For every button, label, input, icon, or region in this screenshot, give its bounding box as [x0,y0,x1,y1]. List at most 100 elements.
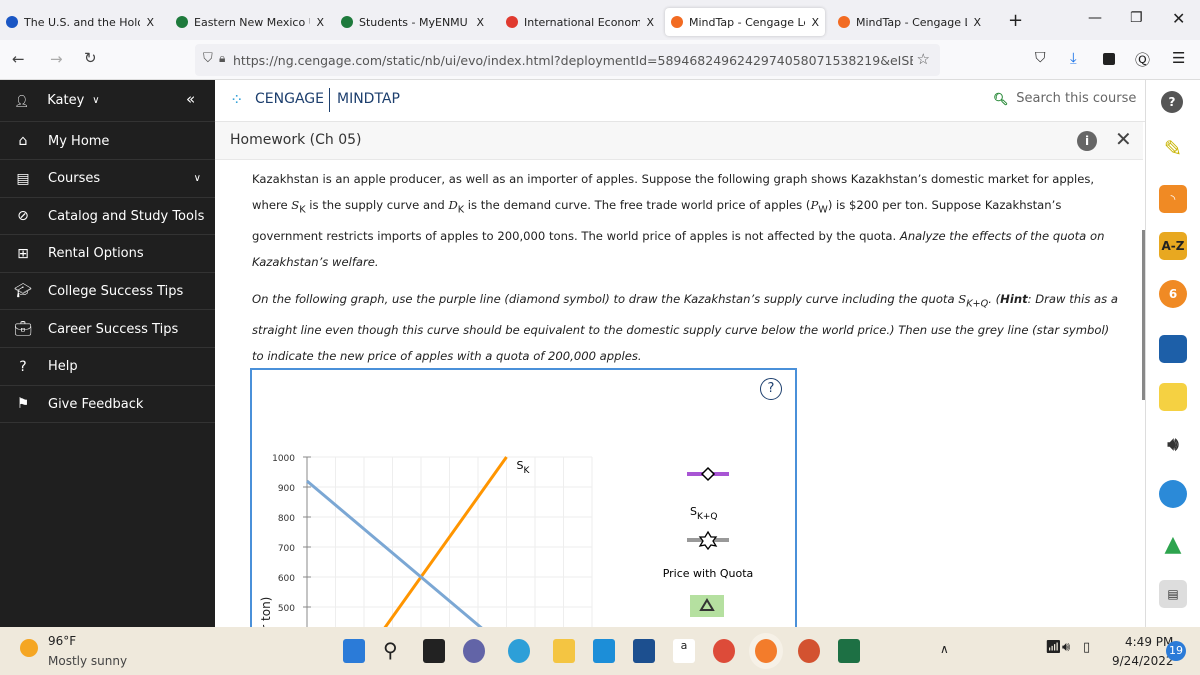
sidebar-item-label: Catalog and Study Tools [48,208,205,224]
onedrive-app-icon[interactable] [1159,480,1187,508]
collapse-sidebar-button[interactable]: « [186,90,195,108]
excel-icon[interactable] [838,639,860,663]
notes-app-icon[interactable] [1159,383,1187,411]
graph-panel[interactable]: ? 1000900800700600500(Dollars per ton)SK… [250,368,797,630]
dictionary-app-icon[interactable]: A-Z [1159,232,1187,260]
sidebar-item-label: My Home [48,133,110,149]
help-icon[interactable]: ? [1161,91,1183,113]
y-tick-label: 900 [278,484,295,494]
search-placeholder: Search this course [1016,91,1137,106]
mail-icon[interactable] [593,639,615,663]
tab-title: MindTap - Cengage Le [856,15,968,29]
question-paragraph-1: Kazakhstan is an apple producer, as well… [252,172,1105,270]
restore-button[interactable]: ❐ [1130,10,1143,26]
powerpoint-icon[interactable] [798,639,820,663]
browser-tab[interactable]: Students - MyENMU X [335,8,490,36]
demand-curve-extension [420,575,487,630]
user-menu[interactable]: 👤︎ Katey ∨ [0,80,215,122]
browser-tab[interactable]: Eastern New Mexico U X [170,8,330,36]
rss-app-icon[interactable]: ◝ [1159,185,1187,213]
battery-icon[interactable]: ▯ [1083,640,1090,655]
temperature[interactable]: 96°F [48,634,76,648]
teams-icon[interactable] [463,639,485,663]
browser-tab[interactable]: MindTap - Cengage Le X [665,8,825,36]
sidebar-item-college-success-tips[interactable]: 🎓︎ College Success Tips [0,273,215,311]
chrome-icon[interactable] [713,639,735,663]
search-taskbar-icon[interactable]: ⚲ [383,639,405,663]
pocket-icon[interactable]: ⛉ [1035,50,1046,66]
sidebar-item-label: Rental Options [48,246,144,262]
browser-tab[interactable]: MindTap - Cengage Le X [832,8,987,36]
tab-close-icon[interactable]: X [811,16,819,29]
scrollbar[interactable] [1142,230,1145,400]
tab-close-icon[interactable]: X [146,16,154,29]
info-icon[interactable]: i [1077,131,1097,151]
tab-bar: The U.S. and the Holoc X Eastern New Mexic… [0,0,1200,40]
close-activity-icon[interactable]: ✕ [1115,127,1132,151]
weather-text[interactable]: Mostly sunny [48,654,127,668]
lock-icon: 🔒︎ [219,51,226,65]
clock-date[interactable]: 9/24/2022 [1112,654,1174,668]
download-icon[interactable]: ⤓ [1070,49,1077,67]
store-icon[interactable] [633,639,655,663]
sidebar-item-give-feedback[interactable]: ⚑ Give Feedback [0,386,215,424]
task-view-icon[interactable] [423,639,445,663]
start-icon[interactable] [343,639,365,663]
browser-tab[interactable]: International Economic X [500,8,660,36]
sidebar-item-rental-options[interactable]: ⊞ Rental Options [0,236,215,273]
back-icon[interactable]: ← [12,50,25,68]
supply-demand-chart[interactable]: 1000 900 800 700 600 500 (Dollars per ton) SK SK… [252,370,797,630]
supply-curve-label: SK [517,459,531,476]
menu-icon[interactable]: ☰ [1172,49,1185,67]
divider [329,88,330,112]
extension-search-icon[interactable]: Ⓠ [1135,49,1150,70]
new-tab-button[interactable]: + [1008,10,1023,31]
sidebar-item-help[interactable]: ? Help [0,349,215,386]
app-6-icon[interactable]: 6 [1159,280,1187,308]
y-tick-label: 800 [278,514,295,524]
minimize-button[interactable]: — [1088,10,1102,26]
notification-badge[interactable]: 19 [1166,641,1186,661]
legend-star-icon [698,530,718,551]
wifi-icon[interactable]: 📶︎ [1045,640,1062,655]
tab-title: MindTap - Cengage Le [689,15,806,29]
tab-close-icon[interactable]: X [646,16,654,29]
user-icon: 👤︎ [14,93,30,108]
search-course[interactable]: 🔍︎ Search this course [993,91,1136,106]
amazon-icon[interactable]: a [673,639,695,663]
volume-icon[interactable]: 🔊︎ [1062,640,1070,655]
tab-favicon-icon [838,16,850,28]
activity-title-bar: Homework (Ch 05) i ✕ [215,122,1143,160]
sidebar-item-courses[interactable]: ▤ Courses ∨ [0,161,215,198]
reload-icon[interactable]: ↻ [84,49,97,67]
tab-title: Students - MyENMU [359,15,468,29]
more-apps-icon[interactable]: ▤ [1159,580,1187,608]
extension-icon[interactable] [1103,53,1115,65]
bookmark-star-icon[interactable]: ☆ [917,50,930,68]
tab-close-icon[interactable]: X [973,16,981,29]
tab-close-icon[interactable]: X [316,16,324,29]
sidebar-item-label: Help [48,359,78,375]
tab-close-icon[interactable]: X [476,16,484,29]
sidebar-item-my-home[interactable]: ⌂ My Home [0,123,215,160]
notebook-app-icon[interactable] [1159,335,1187,363]
close-window-button[interactable]: ✕ [1172,9,1185,28]
legend-label-supply-quota: SK+Q [690,505,718,522]
activity-title: Homework (Ch 05) [230,132,362,148]
readspeaker-app-icon[interactable]: 🔊︎ [1159,430,1187,458]
firefox-icon[interactable] [755,639,777,663]
forward-icon[interactable]: → [50,50,63,68]
tray-chevron-icon[interactable]: ∧ [940,642,949,656]
sidebar-item-catalog-and-study-tools[interactable]: ⊘ Catalog and Study Tools [0,198,215,236]
user-name: Katey [47,93,85,108]
edge-icon[interactable] [508,639,530,663]
file-explorer-icon[interactable] [553,639,575,663]
browser-tab[interactable]: The U.S. and the Holoc X [0,8,160,36]
google-drive-app-icon[interactable]: ▲ [1159,530,1187,558]
sidebar-item-label: College Success Tips [48,283,184,299]
y-tick-label: 1000 [272,454,295,464]
pencil-app-icon[interactable]: ✎ [1159,135,1187,163]
sidebar-item-career-success-tips[interactable]: 💼︎ Career Success Tips [0,311,215,348]
shield-icon: ⛉ [203,51,213,66]
url-bar[interactable]: ⛉ 🔒︎ https://ng.cengage.com/static/nb/ui… [195,44,940,76]
